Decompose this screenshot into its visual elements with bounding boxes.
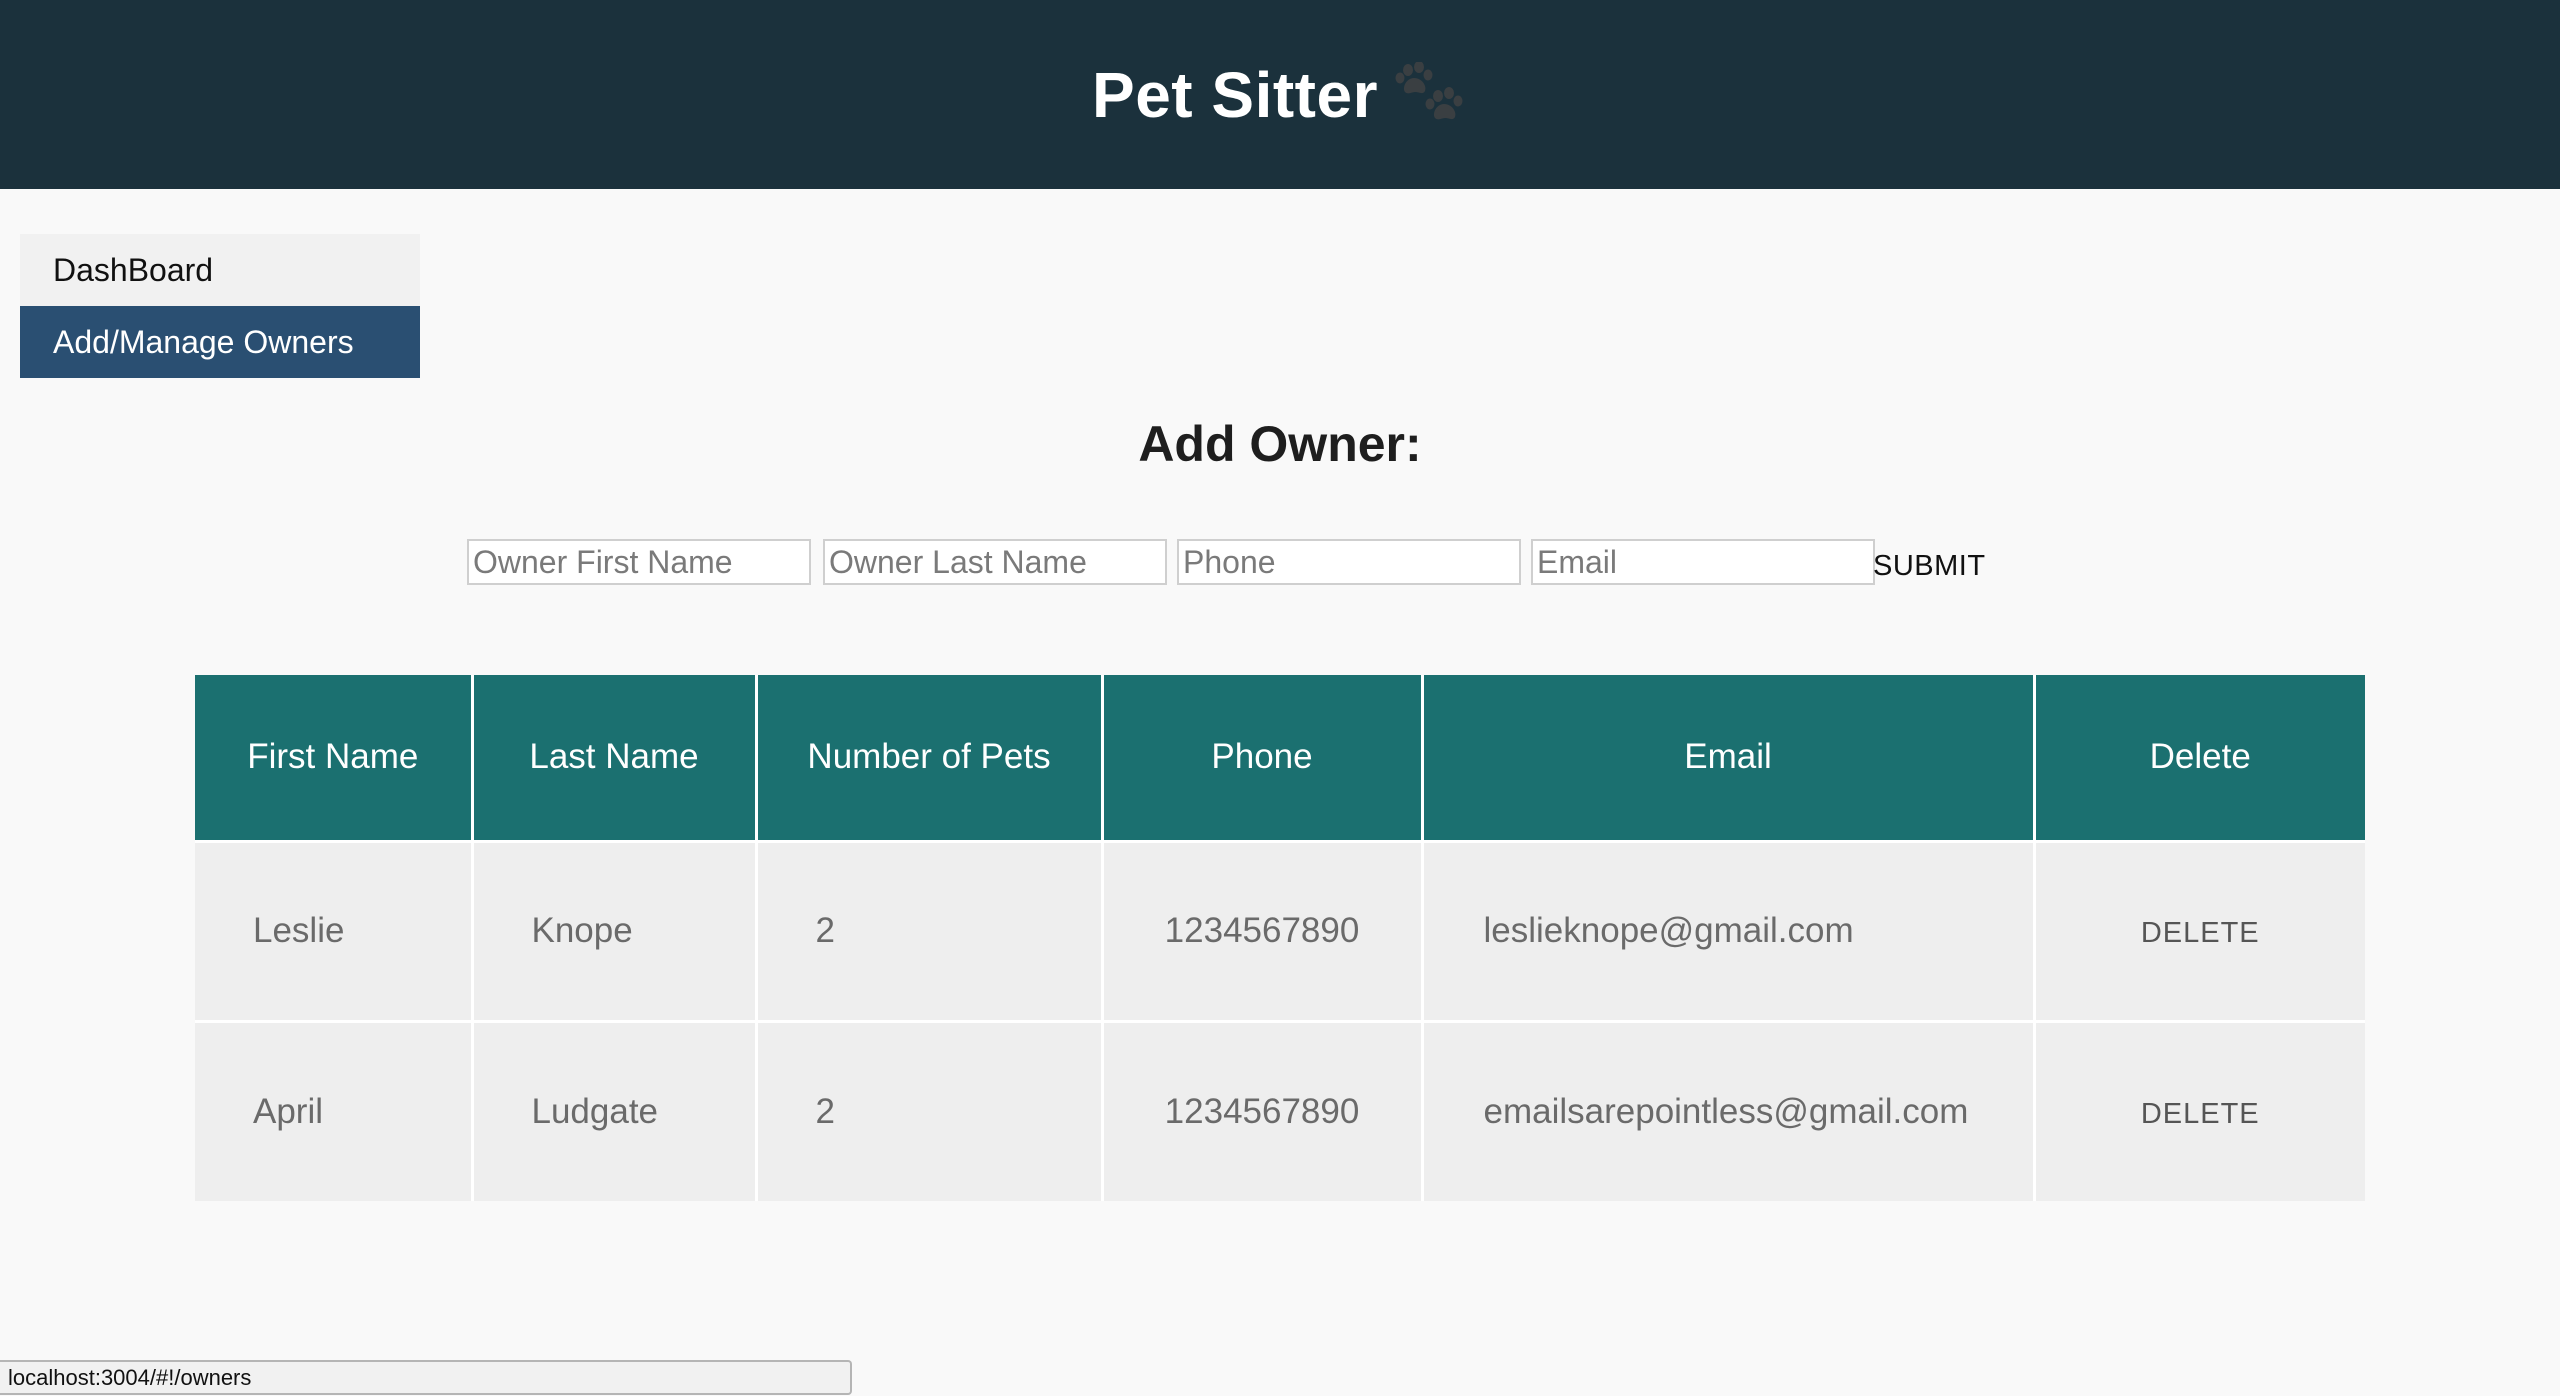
cell-number-of-pets: 2 [756, 839, 1104, 1021]
add-owner-title: Add Owner: [1138, 416, 1422, 472]
table-header-row: First Name Last Name Number of Pets Phon… [195, 675, 2365, 841]
owners-table: First Name Last Name Number of Pets Phon… [195, 675, 2365, 1201]
cell-last-name: Knope [472, 839, 758, 1021]
table-row: Leslie Knope 2 1234567890 leslieknope@gm… [195, 839, 2365, 1021]
submit-button[interactable]: SUBMIT [1867, 539, 1992, 589]
delete-button[interactable]: DELETE [2135, 916, 2266, 951]
cell-delete: DELETE [2034, 839, 2365, 1021]
cell-phone: 1234567890 [1102, 1019, 1424, 1201]
table-row: April Ludgate 2 1234567890 emailsarepoin… [195, 1019, 2365, 1201]
header-first-name: First Name [195, 675, 474, 841]
browser-status-bar: localhost:3004/#!/owners [0, 1360, 852, 1395]
email-input[interactable] [1531, 539, 1875, 585]
cell-delete: DELETE [2034, 1019, 2365, 1201]
cell-phone: 1234567890 [1102, 839, 1424, 1021]
cell-last-name: Ludgate [472, 1019, 758, 1201]
header-number-of-pets: Number of Pets [756, 675, 1104, 841]
cell-number-of-pets: 2 [756, 1019, 1104, 1201]
app-header: Pet Sitter [0, 0, 2560, 189]
owner-first-name-input[interactable] [467, 539, 811, 585]
delete-button[interactable]: DELETE [2135, 1097, 2266, 1132]
paw-icon [1392, 60, 1468, 128]
phone-input[interactable] [1177, 539, 1521, 585]
header-last-name: Last Name [472, 675, 758, 841]
owner-last-name-input[interactable] [823, 539, 1167, 585]
cell-first-name: Leslie [195, 839, 474, 1021]
sidebar-nav: DashBoard Add/Manage Owners [20, 234, 420, 378]
header-email: Email [1422, 675, 2036, 841]
cell-first-name: April [195, 1019, 474, 1201]
cell-email: emailsarepointless@gmail.com [1422, 1019, 2036, 1201]
header-phone: Phone [1102, 675, 1424, 841]
app-title: Pet Sitter [1092, 58, 1378, 131]
nav-item-dashboard[interactable]: DashBoard [20, 234, 420, 306]
header-delete: Delete [2034, 675, 2365, 841]
cell-email: leslieknope@gmail.com [1422, 839, 2036, 1021]
nav-item-add-manage-owners[interactable]: Add/Manage Owners [20, 306, 420, 378]
